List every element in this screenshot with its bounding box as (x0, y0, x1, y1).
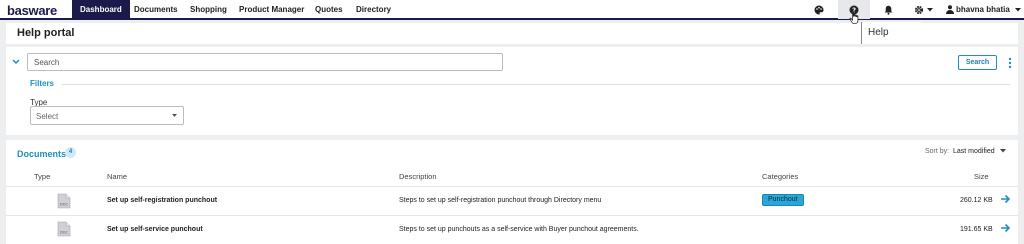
document-size: 260.12 KB (960, 197, 993, 204)
type-select[interactable]: Select (30, 106, 184, 125)
hand-cursor-icon (849, 10, 859, 25)
doc-file-icon: DOC (57, 221, 71, 237)
header-divider (6, 186, 1018, 187)
user-menu-chevron-icon (1015, 7, 1022, 12)
svg-text:DOC: DOC (60, 231, 68, 235)
sort-label: Sort by: (925, 148, 950, 155)
help-tooltip: Help (861, 22, 921, 44)
filters-divider (62, 84, 1010, 85)
documents-panel: Documents 4 Sort by: Last modified Type … (6, 140, 1018, 244)
nav-product-manager[interactable]: Product Manager (231, 0, 312, 19)
page-title: Help portal (17, 27, 75, 39)
sort-value: Last modified (953, 148, 995, 155)
nav-directory[interactable]: Directory (348, 0, 399, 19)
category-badge: Punchout (762, 194, 804, 206)
user-menu[interactable]: bhavna bhatia (946, 0, 1023, 20)
collapse-chevron-icon[interactable] (12, 59, 20, 65)
select-caret-icon (172, 114, 177, 117)
document-size: 191.65 KB (960, 226, 993, 233)
svg-text:DOC: DOC (60, 203, 68, 207)
nav-documents[interactable]: Documents (126, 0, 186, 19)
document-description: Steps to set up punchouts as a self-serv… (399, 226, 639, 233)
nav-quotes[interactable]: Quotes (307, 0, 351, 19)
sort-caret-icon (999, 149, 1006, 153)
documents-count-badge: 4 (65, 147, 76, 158)
document-name[interactable]: Set up self-registration punchout (107, 197, 217, 204)
gear-menu-chevron-icon[interactable] (923, 3, 937, 17)
basware-logo[interactable]: basware (7, 3, 57, 18)
column-categories: Categories (762, 172, 799, 181)
arrow-right-icon[interactable] (1000, 223, 1011, 233)
row-divider (6, 215, 1018, 216)
column-name[interactable]: Name (107, 172, 127, 181)
doc-file-icon: DOC (57, 193, 71, 209)
sort-select[interactable]: Last modified (953, 148, 1006, 155)
type-select-value: Select (36, 112, 59, 121)
documents-title: Documents (17, 149, 67, 159)
bell-icon[interactable] (881, 3, 895, 17)
document-description: Steps to set up self-registration puncho… (399, 197, 602, 204)
user-name: bhavna bhatia (956, 5, 1010, 14)
document-name[interactable]: Set up self-service punchout (107, 226, 203, 233)
column-type: Type (34, 172, 51, 181)
palette-icon[interactable] (812, 3, 826, 17)
column-size[interactable]: Size (974, 172, 989, 181)
more-options-icon[interactable] (1008, 57, 1012, 69)
filters-label[interactable]: Filters (30, 79, 54, 88)
nav-shopping[interactable]: Shopping (182, 0, 235, 19)
arrow-right-icon[interactable] (1000, 194, 1011, 204)
top-navigation: basware Dashboard Documents Shopping Pro… (0, 0, 1024, 20)
user-icon (946, 5, 954, 15)
search-button[interactable]: Search (958, 55, 997, 70)
column-description: Description (399, 172, 437, 181)
search-input[interactable]: Search (27, 53, 503, 71)
search-panel: Search Search Filters Type Select (6, 47, 1018, 135)
nav-dashboard[interactable]: Dashboard (72, 0, 130, 19)
